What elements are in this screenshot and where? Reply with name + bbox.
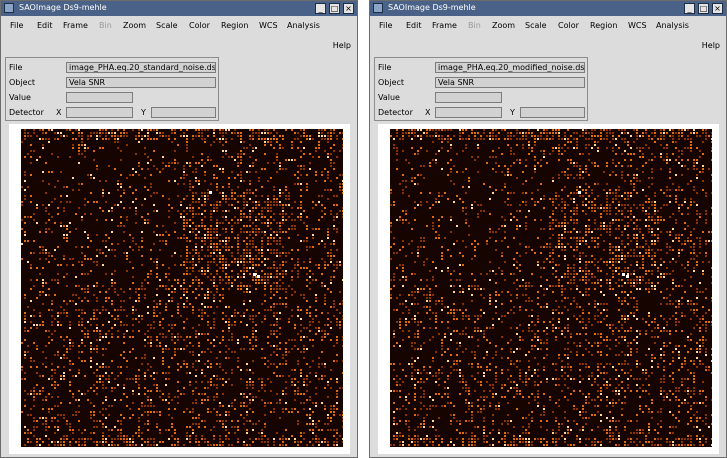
menu-file[interactable]: File xyxy=(10,21,23,30)
info-panel: File image_PHA.eq.20_modified_noise.ds O… xyxy=(374,57,588,121)
menu-zoom[interactable]: Zoom xyxy=(492,21,515,30)
file-field: image_PHA.eq.20_modified_noise.ds xyxy=(435,62,585,73)
menu-frame[interactable]: Frame xyxy=(63,21,88,30)
help-bar: Help xyxy=(1,37,357,53)
app-icon[interactable] xyxy=(373,3,383,13)
maximize-icon[interactable]: □ xyxy=(329,3,340,14)
detector-label: Detector xyxy=(9,108,44,117)
value-label: Value xyxy=(378,93,400,102)
object-label: Object xyxy=(9,78,36,87)
y-field xyxy=(151,107,216,118)
image-canvas[interactable] xyxy=(378,124,719,454)
menu-color[interactable]: Color xyxy=(189,21,210,30)
menu-frame[interactable]: Frame xyxy=(432,21,457,30)
file-label: File xyxy=(9,63,23,72)
object-field: Vela SNR xyxy=(66,77,216,88)
menu-zoom[interactable]: Zoom xyxy=(123,21,146,30)
menu-file[interactable]: File xyxy=(379,21,392,30)
menu-edit[interactable]: Edit xyxy=(37,21,53,30)
maximize-icon[interactable]: □ xyxy=(698,3,709,14)
y-label: Y xyxy=(510,108,515,117)
ds9-window-left: SAOImage Ds9-mehle _ □ × File Edit Frame… xyxy=(0,0,358,458)
window-title: SAOImage Ds9-mehle xyxy=(19,3,107,12)
noise-image[interactable] xyxy=(390,129,712,447)
title-bar[interactable]: SAOImage Ds9-mehle _ □ × xyxy=(1,1,357,16)
menu-wcs[interactable]: WCS xyxy=(628,21,647,30)
image-canvas[interactable] xyxy=(9,124,350,454)
object-field: Vela SNR xyxy=(435,77,585,88)
menu-analysis[interactable]: Analysis xyxy=(287,21,320,30)
object-label: Object xyxy=(378,78,405,87)
minimize-icon[interactable]: _ xyxy=(684,3,695,14)
menu-bar: File Edit Frame Bin Zoom Scale Color Reg… xyxy=(370,17,726,35)
file-label: File xyxy=(378,63,392,72)
menu-bin: Bin xyxy=(99,21,112,30)
menu-edit[interactable]: Edit xyxy=(406,21,422,30)
value-field xyxy=(435,92,502,103)
close-icon[interactable]: × xyxy=(343,3,354,14)
x-field xyxy=(435,107,502,118)
menu-wcs[interactable]: WCS xyxy=(259,21,278,30)
close-icon[interactable]: × xyxy=(712,3,723,14)
menu-color[interactable]: Color xyxy=(558,21,579,30)
app-icon[interactable] xyxy=(4,3,14,13)
ds9-window-right: SAOImage Ds9-mehle _ □ × File Edit Frame… xyxy=(369,0,727,458)
y-label: Y xyxy=(141,108,146,117)
menu-region[interactable]: Region xyxy=(221,21,248,30)
menu-region[interactable]: Region xyxy=(590,21,617,30)
x-field xyxy=(66,107,133,118)
menu-help[interactable]: Help xyxy=(333,41,351,50)
menu-scale[interactable]: Scale xyxy=(156,21,178,30)
y-field xyxy=(520,107,585,118)
value-field xyxy=(66,92,133,103)
x-label: X xyxy=(56,108,62,117)
file-field: image_PHA.eq.20_standard_noise.ds xyxy=(66,62,216,73)
menu-bin: Bin xyxy=(468,21,481,30)
menu-bar: File Edit Frame Bin Zoom Scale Color Reg… xyxy=(1,17,357,35)
menu-help[interactable]: Help xyxy=(702,41,720,50)
minimize-icon[interactable]: _ xyxy=(315,3,326,14)
help-bar: Help xyxy=(370,37,726,53)
detector-label: Detector xyxy=(378,108,413,117)
title-bar[interactable]: SAOImage Ds9-mehle _ □ × xyxy=(370,1,726,16)
menu-analysis[interactable]: Analysis xyxy=(656,21,689,30)
info-panel: File image_PHA.eq.20_standard_noise.ds O… xyxy=(5,57,219,121)
window-title: SAOImage Ds9-mehle xyxy=(388,3,476,12)
x-label: X xyxy=(425,108,431,117)
value-label: Value xyxy=(9,93,31,102)
menu-scale[interactable]: Scale xyxy=(525,21,547,30)
noise-image[interactable] xyxy=(21,129,343,447)
